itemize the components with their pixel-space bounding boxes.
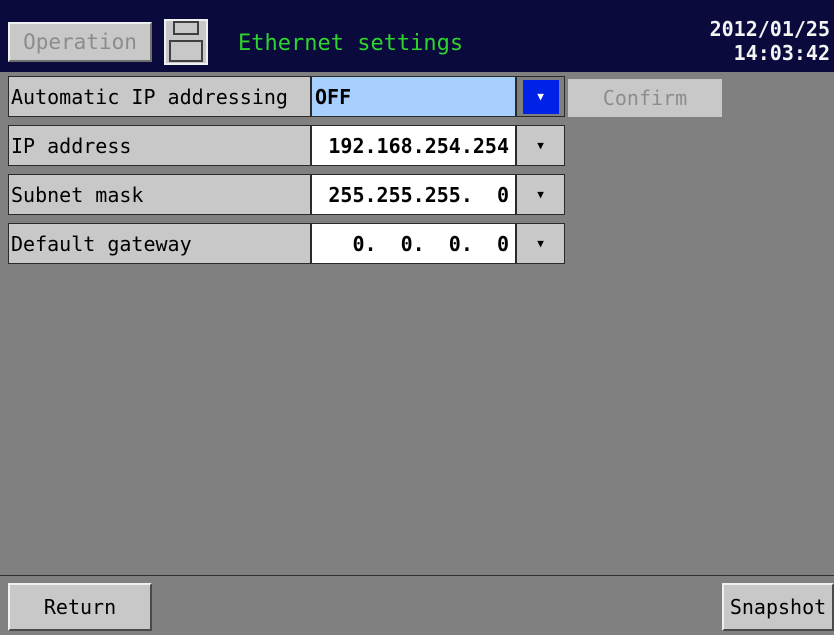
return-button[interactable]: Return (8, 583, 152, 631)
default-gateway-dropdown-button[interactable]: ▼ (516, 223, 565, 264)
setting-label: Subnet mask (8, 174, 311, 215)
setting-label: Default gateway (8, 223, 311, 264)
auto-ip-value-field[interactable]: OFF (311, 76, 516, 117)
operation-button[interactable]: Operation (8, 22, 152, 62)
setting-label: Automatic IP addressing (8, 76, 311, 117)
floppy-disk-icon[interactable] (164, 19, 208, 65)
footer-divider (0, 575, 834, 576)
chevron-down-icon: ▼ (537, 139, 544, 152)
setting-row-subnet-mask: Subnet mask 255.255.255. 0 ▼ (8, 174, 565, 215)
ip-address-value-field[interactable]: 192.168.254.254 (311, 125, 516, 166)
setting-label: IP address (8, 125, 311, 166)
subnet-mask-dropdown-button[interactable]: ▼ (516, 174, 565, 215)
ip-address-dropdown-button[interactable]: ▼ (516, 125, 565, 166)
chevron-down-icon: ▼ (537, 188, 544, 201)
page-title: Ethernet settings (238, 31, 464, 56)
setting-row-ip-address: IP address 192.168.254.254 ▼ (8, 125, 565, 166)
chevron-down-icon: ▼ (522, 79, 559, 114)
setting-row-auto-ip: Automatic IP addressing OFF ▼ (8, 76, 565, 117)
confirm-button[interactable]: Confirm (568, 79, 722, 117)
chevron-down-icon: ▼ (537, 237, 544, 250)
snapshot-button[interactable]: Snapshot (722, 583, 834, 631)
header-bar: Operation Ethernet settings 2012/01/25 1… (0, 0, 834, 72)
auto-ip-dropdown-button[interactable]: ▼ (516, 76, 565, 117)
time-readout: 14:03:42 (733, 41, 830, 65)
subnet-mask-value-field[interactable]: 255.255.255. 0 (311, 174, 516, 215)
default-gateway-value-field[interactable]: 0. 0. 0. 0 (311, 223, 516, 264)
date-readout: 2012/01/25 (709, 17, 830, 41)
clock: 2012/01/25 14:03:42 (710, 17, 830, 65)
setting-row-default-gateway: Default gateway 0. 0. 0. 0 ▼ (8, 223, 565, 264)
